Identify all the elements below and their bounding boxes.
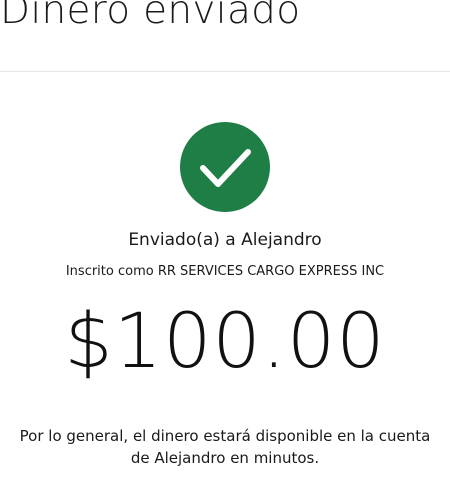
header: Dinero enviado — [0, 0, 450, 72]
money-sent-screen: Dinero enviado Enviado(a) a Alejandro In… — [0, 0, 450, 481]
recipient-enrolled-name: Inscrito como RR SERVICES CARGO EXPRESS … — [65, 264, 385, 279]
checkmark-icon — [200, 149, 251, 187]
availability-notice-line2: de Alejandro en minutos. — [130, 449, 320, 467]
availability-notice-line1: Por lo general, el dinero estará disponi… — [19, 427, 431, 445]
success-checkmark-icon — [180, 122, 270, 212]
amount-sent: $100.00 — [64, 296, 386, 385]
availability-notice: Por lo general, el dinero estará disponi… — [15, 425, 435, 469]
page-title: Dinero enviado — [0, 0, 301, 33]
recipient-name: Enviado(a) a Alejandro — [128, 230, 322, 250]
